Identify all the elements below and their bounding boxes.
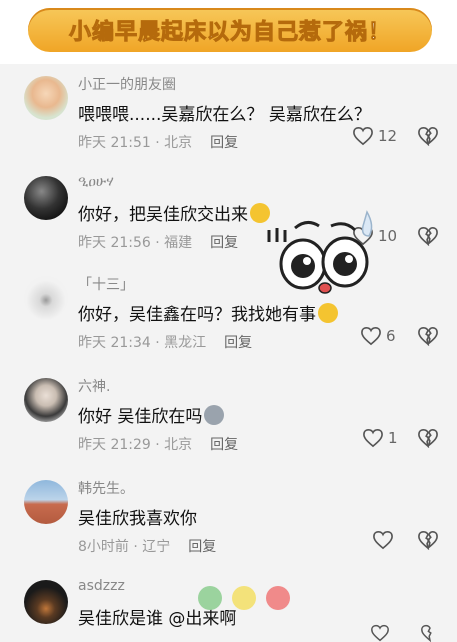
avatar[interactable]: [24, 378, 68, 422]
comment-username[interactable]: 小正一的朋友圈: [78, 74, 176, 94]
green-dot-icon: [198, 586, 222, 610]
comment-item: 小正一的朋友圈 喂喂喂......吴嘉欣在么？ 吴嘉欣在么？ 昨天 21:51 …: [0, 64, 457, 162]
reply-button[interactable]: 回复: [210, 235, 238, 251]
comment-text: 你好，吴佳鑫在吗？我找她有事: [78, 300, 338, 325]
bottom-heart-icons: [370, 624, 440, 642]
yellow-dot-icon: [232, 586, 256, 610]
dislike-button[interactable]: [417, 428, 439, 452]
reply-button[interactable]: 回复: [210, 135, 238, 151]
comment-time: 昨天 21:29 · 北京: [78, 437, 193, 453]
comment-username[interactable]: 「十三」: [78, 274, 134, 294]
comment-time: 昨天 21:56 · 福建: [78, 235, 193, 251]
comment-time: 昨天 21:34 · 黑龙江: [78, 335, 207, 351]
comment-text: 喂喂喂......吴嘉欣在么？ 吴嘉欣在么？: [78, 105, 371, 125]
broken-heart-icon[interactable]: [420, 624, 440, 642]
heart-icon: [363, 428, 383, 448]
dislike-button[interactable]: [417, 126, 439, 150]
like-count: 12: [378, 127, 398, 145]
broken-heart-icon: [418, 226, 438, 247]
comment-meta: 昨天 21:29 · 北京 回复: [78, 434, 238, 454]
heart-icon: [373, 530, 393, 550]
laughing-emoji-icon: [318, 303, 338, 323]
reply-button[interactable]: 回复: [210, 437, 238, 453]
avatar[interactable]: [24, 580, 68, 624]
comment-username[interactable]: ዒዐሁሃ: [78, 174, 114, 190]
like-count: 1: [388, 429, 398, 447]
comment-item: 「十三」 你好，吴佳鑫在吗？我找她有事 昨天 21:34 · 黑龙江 回复 6: [0, 264, 457, 364]
comment-text-body: 你好，吴佳鑫在吗？我找她有事: [78, 305, 316, 325]
dislike-button[interactable]: [417, 226, 439, 250]
comment-text: 你好 吴佳欣在吗: [78, 402, 225, 427]
cartoon-eyes-sticker: [267, 210, 373, 294]
banner-title: 小编早晨起床以为自己惹了祸！: [68, 20, 391, 46]
dislike-button[interactable]: [417, 530, 439, 554]
comment-username[interactable]: 六神.: [78, 376, 110, 396]
comment-text: 你好，把吴佳欣交出来: [78, 200, 270, 225]
comment-text-body: 你好 吴佳欣在吗: [78, 407, 203, 427]
reply-button[interactable]: 回复: [224, 335, 252, 351]
broken-heart-icon: [418, 428, 438, 449]
comment-item: ዒዐሁሃ 你好，把吴佳欣交出来 昨天 21:56 · 福建 回复 10: [0, 164, 457, 264]
avatar[interactable]: [24, 480, 68, 524]
comment-item: 六神. 你好 吴佳欣在吗 昨天 21:29 · 北京 回复 1: [0, 366, 457, 466]
like-button[interactable]: 1: [362, 428, 398, 448]
heart-icon: [353, 126, 373, 146]
broken-heart-icon: [418, 530, 438, 551]
broken-heart-icon: [418, 126, 438, 147]
comment-meta: 昨天 21:51 · 北京 回复: [78, 132, 238, 152]
comment-meta: 8小时前 · 辽宁 回复: [78, 536, 216, 556]
reply-button[interactable]: 回复: [188, 539, 216, 555]
comment-text-body: 你好，把吴佳欣交出来: [78, 205, 248, 225]
heart-icon: [361, 326, 381, 346]
comment-item: 韩先生。 吴佳欣我喜欢你 8小时前 · 辽宁 回复: [0, 468, 457, 568]
reaction-dots: [198, 586, 290, 610]
red-dot-icon: [266, 586, 290, 610]
like-count: 6: [386, 327, 396, 345]
avatar[interactable]: [24, 76, 68, 120]
broken-heart-icon: [418, 326, 438, 347]
comment-text: 吴佳欣我喜欢你: [78, 509, 197, 529]
dislike-button[interactable]: [417, 326, 439, 350]
comment-username[interactable]: 韩先生。: [78, 478, 134, 498]
like-button[interactable]: 6: [360, 326, 396, 346]
comment-meta: 昨天 21:34 · 黑龙江 回复: [78, 332, 252, 352]
comment-username[interactable]: asdzzz: [78, 578, 125, 594]
comment-time: 8小时前 · 辽宁: [78, 539, 171, 555]
avatar[interactable]: [24, 276, 68, 320]
like-button[interactable]: [372, 530, 398, 550]
husky-emoji-icon: [204, 405, 225, 425]
banner-pill: 小编早晨起床以为自己惹了祸！: [28, 8, 432, 52]
avatar[interactable]: [24, 176, 68, 220]
like-button[interactable]: 12: [352, 126, 397, 146]
comment-time: 昨天 21:51 · 北京: [78, 135, 193, 151]
comment-meta: 昨天 21:56 · 福建 回复: [78, 232, 238, 252]
heart-icon[interactable]: [370, 624, 390, 642]
banner: 小编早晨起床以为自己惹了祸！: [0, 0, 457, 64]
